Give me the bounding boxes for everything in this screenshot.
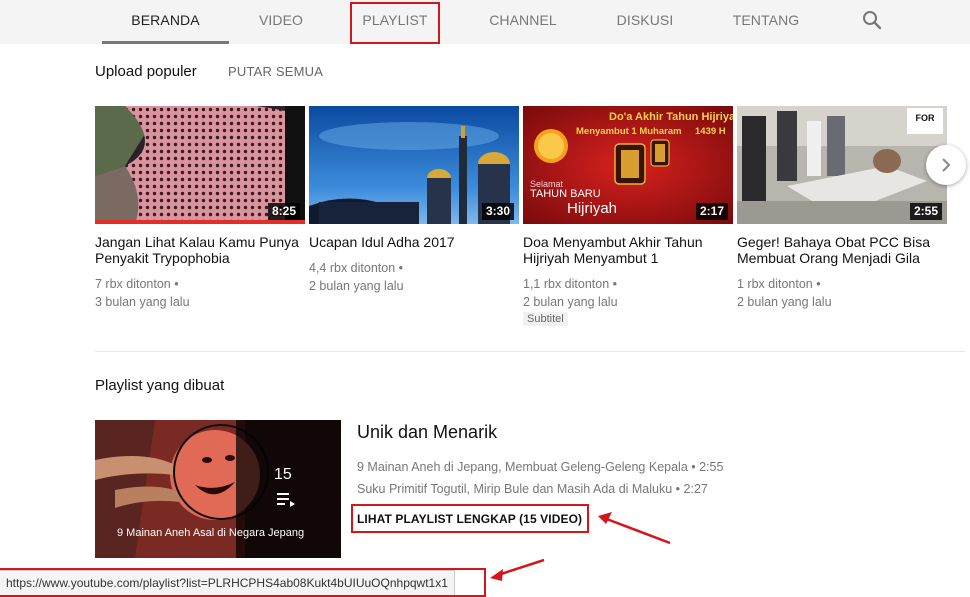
- video-title[interactable]: Ucapan Idul Adha 2017: [309, 234, 519, 250]
- tab-tentang[interactable]: TENTANG: [722, 0, 810, 44]
- video-card[interactable]: 3:30 Ucapan Idul Adha 2017 4,4 rbx diton…: [309, 106, 519, 293]
- video-card[interactable]: Do'a Akhir Tahun Hijriyah Menyambut 1 Mu…: [523, 106, 733, 326]
- subtitle-badge: Subtitel: [523, 312, 568, 326]
- video-thumbnail[interactable]: 3:30: [309, 106, 519, 224]
- svg-text:FOR: FOR: [916, 113, 935, 123]
- video-duration: 8:25: [267, 203, 300, 220]
- video-title[interactable]: Doa Menyambut Akhir Tahun Hijriyah Menya…: [523, 234, 733, 266]
- video-duration: 2:55: [909, 203, 942, 220]
- playlist-queue-icon: [277, 492, 297, 513]
- chevron-right-icon: [942, 158, 951, 172]
- tab-video[interactable]: VIDEO: [240, 0, 322, 44]
- tab-diskusi[interactable]: DISKUSI: [606, 0, 684, 44]
- video-card[interactable]: FOR 2:55 Geger! Bahaya Obat PCC Bisa Mem…: [737, 106, 947, 309]
- search-icon[interactable]: [860, 8, 884, 32]
- playlist-video-item[interactable]: Suku Primitif Togutil, Mirip Bule dan Ma…: [357, 482, 708, 496]
- video-age: 2 bulan yang lalu: [309, 279, 404, 293]
- video-title[interactable]: Geger! Bahaya Obat PCC Bisa Membuat Oran…: [737, 234, 947, 266]
- section-title-playlist: Playlist yang dibuat: [95, 377, 225, 394]
- tab-beranda[interactable]: BERANDA: [102, 0, 229, 44]
- video-age: 2 bulan yang lalu: [523, 295, 618, 309]
- video-views: 4,4 rbx ditonton •: [309, 261, 404, 275]
- annotation-box-status-url: [0, 568, 486, 597]
- arrowhead: [598, 512, 612, 524]
- section-divider: [95, 351, 965, 352]
- playlist-title[interactable]: Unik dan Menarik: [357, 422, 497, 443]
- video-views: 7 rbx ditonton •: [95, 277, 179, 291]
- playlist-thumb-caption: 9 Mainan Aneh Asal di Negara Jepang: [117, 527, 305, 539]
- video-card[interactable]: 8:25 Jangan Lihat Kalau Kamu Punya Penya…: [95, 106, 305, 309]
- video-title[interactable]: Jangan Lihat Kalau Kamu Punya Penyakit T…: [95, 234, 305, 266]
- video-thumbnail[interactable]: FOR 2:55: [737, 106, 947, 224]
- playlist-video-item[interactable]: 9 Mainan Aneh di Jepang, Membuat Geleng-…: [357, 460, 723, 474]
- video-views: 1 rbx ditonton •: [737, 277, 821, 291]
- tab-channel[interactable]: CHANNEL: [476, 0, 570, 44]
- playlist-video-count: 15: [274, 466, 292, 483]
- watched-progress-bar: [95, 220, 305, 224]
- play-all-button[interactable]: PUTAR SEMUA: [228, 64, 323, 79]
- video-thumbnail[interactable]: Do'a Akhir Tahun Hijriyah Menyambut 1 Mu…: [523, 106, 733, 224]
- video-duration: 3:30: [481, 203, 514, 220]
- channel-tab-bar: BERANDA VIDEO PLAYLIST CHANNEL DISKUSI T…: [0, 0, 970, 44]
- annotation-arrow: [603, 516, 671, 545]
- video-age: 2 bulan yang lalu: [737, 295, 832, 309]
- video-thumbnail[interactable]: 8:25: [95, 106, 305, 224]
- arrowhead: [490, 569, 503, 581]
- annotation-arrow: [497, 558, 545, 577]
- carousel-next-button[interactable]: [926, 145, 966, 185]
- annotation-box-view-full: [351, 504, 589, 533]
- video-duration: 2:17: [695, 203, 728, 220]
- annotation-box-playlist-tab: [350, 2, 440, 44]
- video-age: 3 bulan yang lalu: [95, 295, 190, 309]
- video-views: 1,1 rbx ditonton •: [523, 277, 618, 291]
- section-title-upload-populer: Upload populer: [95, 63, 197, 80]
